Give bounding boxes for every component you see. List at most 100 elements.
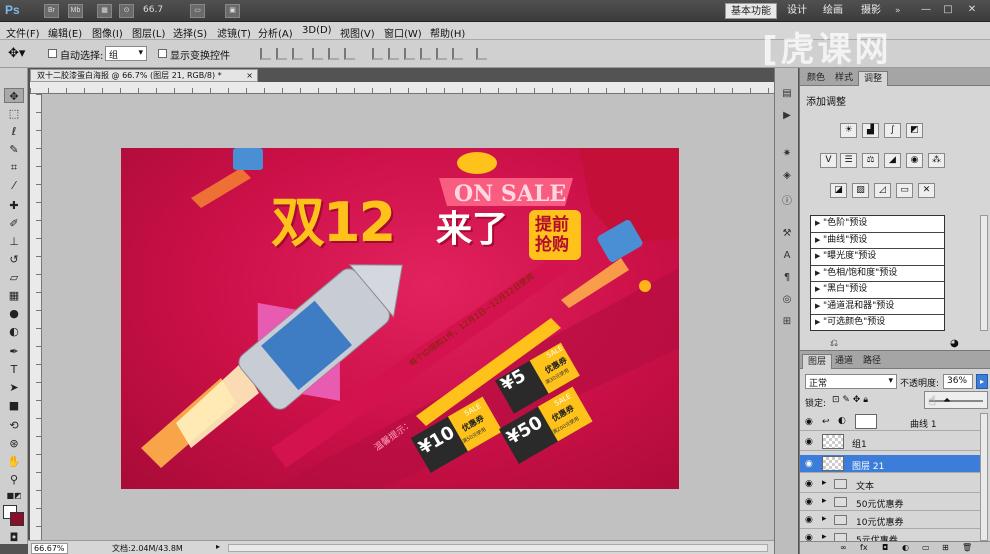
preset-scrollbar[interactable] (980, 215, 988, 331)
eyedropper-tool-icon[interactable]: ⁄ (4, 178, 24, 193)
tool-presets-panel-icon[interactable]: ⚒ (780, 228, 794, 240)
3d-orbit-tool-icon[interactable]: ⊛ (4, 436, 24, 451)
menu-analysis[interactable]: 分析(A) (258, 25, 293, 40)
quick-select-tool-icon[interactable]: ✎ (4, 142, 24, 157)
brightness-contrast-icon[interactable]: ☀ (840, 123, 857, 138)
distribute-bottom-icon[interactable] (404, 48, 415, 60)
tab-channels[interactable]: 通道 (830, 354, 858, 369)
exposure-icon[interactable]: ◩ (906, 123, 923, 138)
hue-saturation-icon[interactable]: ☰ (840, 153, 857, 168)
gradient-tool-icon[interactable]: ▦ (4, 288, 24, 303)
invert-icon[interactable]: ◪ (830, 183, 847, 198)
color-balance-icon[interactable]: ⚖ (862, 153, 879, 168)
align-bottom-icon[interactable] (292, 48, 303, 60)
distribute-hcenter-icon[interactable] (436, 48, 447, 60)
show-transform-checkbox[interactable] (158, 49, 167, 58)
horizontal-scrollbar[interactable] (228, 544, 768, 552)
panel-options-icon[interactable]: ◕ (950, 338, 959, 349)
history-brush-tool-icon[interactable]: ↺ (4, 252, 24, 267)
eye-icon[interactable]: ◉ (805, 417, 813, 427)
distribute-right-icon[interactable] (452, 48, 463, 60)
masks-panel-icon[interactable]: ◎ (780, 294, 794, 306)
crop-tool-icon[interactable]: ⌗ (4, 160, 24, 175)
hand-tool-icon[interactable]: ✋ (4, 454, 24, 469)
pen-tool-icon[interactable]: ✒ (4, 344, 24, 359)
channel-mixer-icon[interactable]: ⁂ (928, 153, 945, 168)
expand-triangle-icon[interactable]: ▸ (822, 496, 827, 506)
screen-mode-icon[interactable]: ▣ (225, 4, 240, 18)
photo-filter-icon[interactable]: ◉ (906, 153, 923, 168)
zoom-status[interactable]: 66.67% (31, 543, 68, 554)
menu-layer[interactable]: 图层(L) (132, 25, 165, 40)
align-right-icon[interactable] (344, 48, 355, 60)
layer-mask-thumbnail[interactable] (855, 414, 877, 429)
healing-brush-tool-icon[interactable]: ✚ (4, 198, 24, 213)
status-menu-arrow-icon[interactable]: ▸ (216, 542, 220, 551)
auto-align-layers-icon[interactable] (476, 48, 487, 60)
eye-icon[interactable]: ◉ (805, 459, 813, 469)
character-panel-icon[interactable]: A (780, 250, 794, 262)
layer-row-coupon10-group[interactable]: ◉ ▸ 10元优惠券 (800, 511, 980, 529)
clone-stamp-tool-icon[interactable]: ⊥ (4, 234, 24, 249)
distribute-left-icon[interactable] (420, 48, 431, 60)
document-tab[interactable]: 双十二胶漆蛋白海报 @ 66.7% (图层 21, RGB/8) * × (30, 69, 258, 82)
curves-icon[interactable]: ∫ (884, 123, 901, 138)
menu-help[interactable]: 帮助(H) (430, 25, 465, 40)
path-select-tool-icon[interactable]: ➤ (4, 380, 24, 395)
delete-layer-icon[interactable]: 🗑︎ (962, 543, 972, 552)
vibrance-icon[interactable]: V (820, 153, 837, 168)
tab-color[interactable]: 颜色 (802, 71, 830, 86)
layers-scrollbar[interactable] (980, 413, 988, 541)
menu-file[interactable]: 文件(F) (6, 25, 40, 40)
auto-select-dropdown[interactable]: 组 ▾ (105, 46, 147, 61)
type-tool-icon[interactable]: T (4, 362, 24, 377)
opacity-dropdown-icon[interactable]: ▸ (976, 374, 988, 389)
lasso-tool-icon[interactable]: ℓ (4, 124, 24, 139)
menu-edit[interactable]: 编辑(E) (48, 25, 82, 40)
background-color-swatch[interactable] (10, 512, 24, 526)
new-layer-icon[interactable]: ⊞ (942, 543, 949, 552)
clone-source-panel-icon[interactable]: ◈ (780, 170, 794, 182)
poster-canvas[interactable]: 双12 来了 ON SALE 提前抢购 每个ID限购1件，12月1日~12月12… (121, 148, 679, 489)
layer-row-curves[interactable]: ◉ ↩ ◐ 曲线 1 (800, 413, 980, 431)
layer-row-text-group[interactable]: ◉ ▸ 文本 (800, 475, 980, 493)
selective-color-icon[interactable]: ✕ (918, 183, 935, 198)
bridge-icon[interactable]: Br (44, 4, 59, 18)
3d-rotate-tool-icon[interactable]: ⟲ (4, 418, 24, 433)
tab-styles[interactable]: 样式 (830, 71, 858, 86)
black-white-icon[interactable]: ◢ (884, 153, 901, 168)
zoom-tool-icon[interactable]: ⚲ (4, 472, 24, 487)
tab-adjustments[interactable]: 调整 (858, 71, 889, 86)
threshold-icon[interactable]: ◿ (874, 183, 891, 198)
distribute-top-icon[interactable] (372, 48, 383, 60)
move-tool-icon[interactable]: ✥ (4, 88, 24, 103)
history-panel-icon[interactable]: ▤ (780, 88, 794, 100)
layer-row-group1[interactable]: ◉ 组1 (800, 433, 980, 451)
align-hcenter-icon[interactable] (328, 48, 339, 60)
close-tab-icon[interactable]: × (246, 70, 253, 81)
expand-triangle-icon[interactable]: ▸ (822, 478, 827, 488)
menu-filter[interactable]: 滤镜(T) (217, 25, 251, 40)
opacity-input[interactable]: 36% (943, 374, 973, 389)
layer-row-coupon50-group[interactable]: ◉ ▸ 50元优惠券 (800, 493, 980, 511)
paragraph-panel-icon[interactable]: ¶ (780, 272, 794, 284)
preset-curves[interactable]: ▶ "曲线"预设 (811, 233, 944, 249)
levels-icon[interactable]: ▟ (862, 123, 879, 138)
menu-3d[interactable]: 3D(D) (302, 25, 332, 36)
workspace-painting[interactable]: 绘画 (818, 3, 848, 19)
brushes-panel-icon[interactable]: ✷ (780, 148, 794, 160)
preset-exposure[interactable]: ▶ "曝光度"预设 (811, 249, 944, 266)
new-group-icon[interactable]: ▭ (922, 543, 930, 552)
minimize-icon[interactable]: — (919, 4, 933, 17)
actions-panel-icon[interactable]: ▶ (780, 110, 794, 122)
preset-hue-saturation[interactable]: ▶ "色相/饱和度"预设 (811, 266, 944, 282)
add-mask-icon[interactable]: ◘ (882, 543, 888, 552)
tab-paths[interactable]: 路径 (858, 354, 886, 369)
shape-tool-icon[interactable]: ■ (4, 398, 24, 413)
menu-image[interactable]: 图像(I) (92, 25, 123, 40)
mini-bridge-icon[interactable]: Mb (68, 4, 83, 18)
link-layers-icon[interactable]: ∞ (840, 543, 847, 552)
eye-icon[interactable]: ◉ (805, 437, 813, 447)
dodge-tool-icon[interactable]: ◐ (4, 324, 24, 339)
eye-icon[interactable]: ◉ (805, 479, 813, 489)
